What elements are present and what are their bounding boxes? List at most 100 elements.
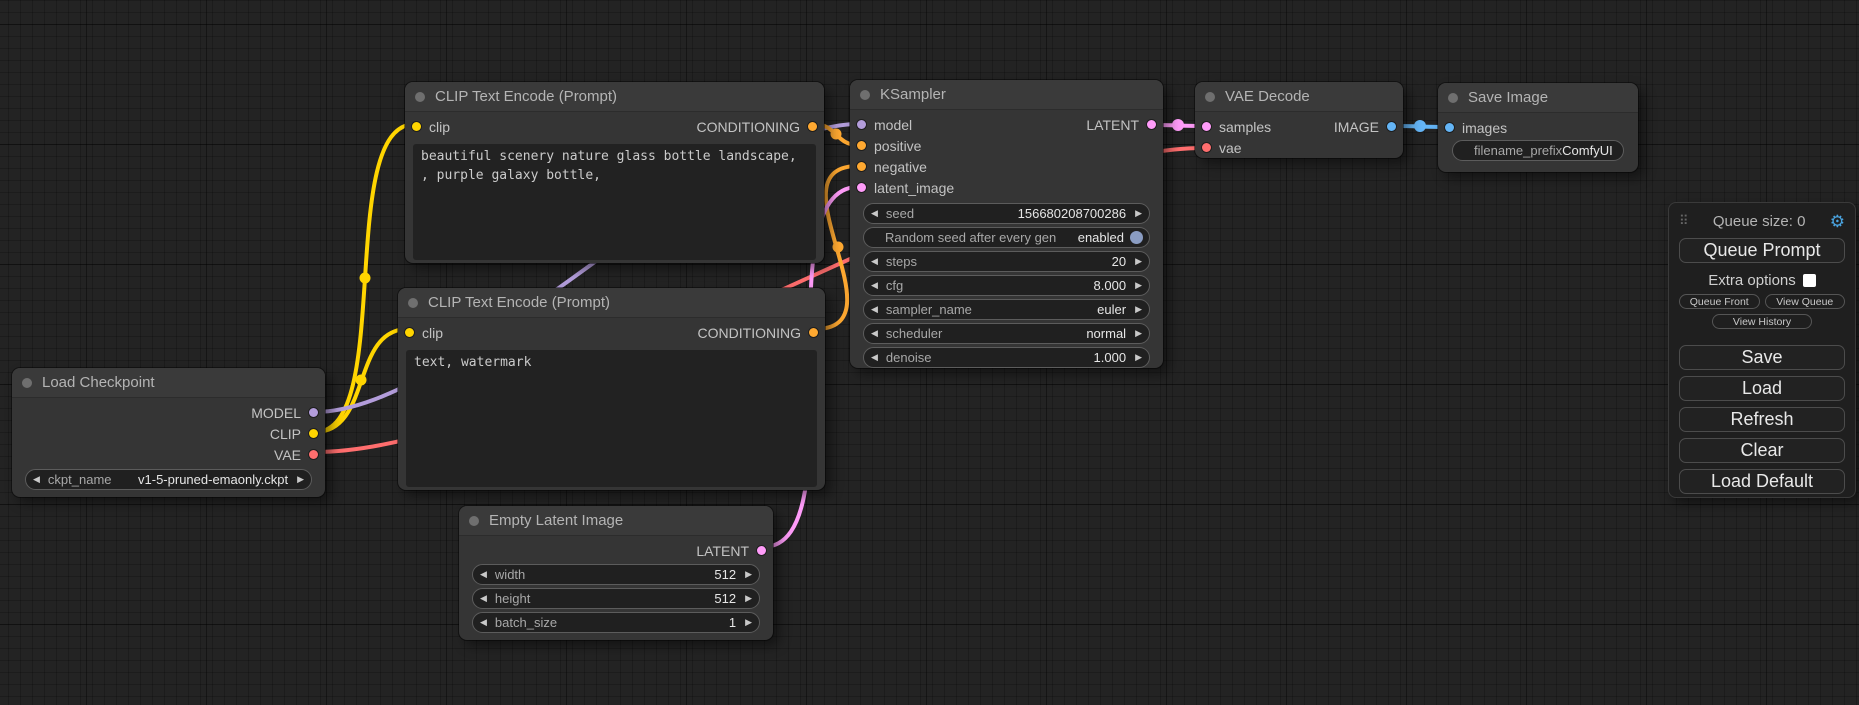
- node-ksampler[interactable]: KSampler model LATENT positive negative: [850, 80, 1163, 368]
- next-value-arrow-icon[interactable]: ▶: [1135, 256, 1142, 267]
- node-title-bar[interactable]: Load Checkpoint: [12, 368, 325, 398]
- clip-output-port[interactable]: [309, 429, 318, 438]
- model-output-port[interactable]: [309, 408, 318, 417]
- height-widget[interactable]: ◀ height 512 ▶: [472, 588, 760, 609]
- latent-image-input-label: latent_image: [874, 180, 954, 196]
- ckpt-name-widget[interactable]: ◀ ckpt_name v1-5-pruned-emaonly.ckpt ▶: [25, 469, 312, 490]
- prev-value-arrow-icon[interactable]: ◀: [871, 352, 878, 363]
- prev-value-arrow-icon[interactable]: ◀: [33, 474, 40, 485]
- clip-output-label: CLIP: [270, 426, 301, 442]
- clip-input-port[interactable]: [405, 328, 414, 337]
- prev-value-arrow-icon[interactable]: ◀: [480, 593, 487, 604]
- node-collapse-dot[interactable]: [22, 378, 32, 388]
- prev-value-arrow-icon[interactable]: ◀: [480, 569, 487, 580]
- conditioning-output-port[interactable]: [809, 328, 818, 337]
- node-collapse-dot[interactable]: [1205, 92, 1215, 102]
- conditioning-output-label: CONDITIONING: [697, 119, 800, 135]
- node-title: VAE Decode: [1225, 88, 1310, 105]
- width-widget[interactable]: ◀ width 512 ▶: [472, 564, 760, 585]
- node-empty-latent-image[interactable]: Empty Latent Image LATENT ◀ width 512 ▶ …: [459, 506, 773, 640]
- load-default-button[interactable]: Load Default: [1679, 469, 1845, 494]
- prev-value-arrow-icon[interactable]: ◀: [871, 304, 878, 315]
- latent-output-label: LATENT: [1086, 117, 1139, 133]
- samples-input-port[interactable]: [1202, 122, 1211, 131]
- latent-output-port[interactable]: [1147, 120, 1156, 129]
- latent-image-input-port[interactable]: [857, 183, 866, 192]
- node-title: Load Checkpoint: [42, 374, 155, 391]
- node-vae-decode[interactable]: VAE Decode samples IMAGE vae: [1195, 82, 1403, 158]
- conditioning-output-port[interactable]: [808, 122, 817, 131]
- node-title-bar[interactable]: KSampler: [850, 80, 1163, 110]
- next-value-arrow-icon[interactable]: ▶: [1135, 328, 1142, 339]
- latent-output-port[interactable]: [757, 546, 766, 555]
- node-collapse-dot[interactable]: [469, 516, 479, 526]
- prev-value-arrow-icon[interactable]: ◀: [871, 280, 878, 291]
- image-output-port[interactable]: [1387, 122, 1396, 131]
- load-button[interactable]: Load: [1679, 376, 1845, 401]
- view-queue-button[interactable]: View Queue: [1765, 294, 1846, 309]
- node-title: Empty Latent Image: [489, 512, 623, 529]
- prev-value-arrow-icon[interactable]: ◀: [480, 617, 487, 628]
- prev-value-arrow-icon[interactable]: ◀: [871, 328, 878, 339]
- batch-size-widget[interactable]: ◀ batch_size 1 ▶: [472, 612, 760, 633]
- toggle-state-icon[interactable]: [1130, 231, 1143, 244]
- drag-handle-icon[interactable]: ⠿: [1679, 213, 1689, 229]
- node-title-bar[interactable]: Save Image: [1438, 83, 1638, 113]
- gear-icon[interactable]: ⚙: [1830, 213, 1845, 230]
- vae-input-label: vae: [1219, 140, 1242, 156]
- node-title: KSampler: [880, 86, 946, 103]
- node-load-checkpoint[interactable]: Load Checkpoint MODEL CLIP VAE ◀ ckpt_na…: [12, 368, 325, 497]
- vae-output-port[interactable]: [309, 450, 318, 459]
- node-title-bar[interactable]: Empty Latent Image: [459, 506, 773, 536]
- seed-widget[interactable]: ◀ seed 156680208700286 ▶: [863, 203, 1150, 224]
- next-value-arrow-icon[interactable]: ▶: [297, 474, 304, 485]
- node-collapse-dot[interactable]: [415, 92, 425, 102]
- next-value-arrow-icon[interactable]: ▶: [1135, 208, 1142, 219]
- random-seed-toggle-widget[interactable]: Random seed after every gen enabled: [863, 227, 1150, 248]
- positive-input-port[interactable]: [857, 141, 866, 150]
- conditioning-output-label: CONDITIONING: [698, 325, 801, 341]
- vae-input-port[interactable]: [1202, 143, 1211, 152]
- node-title-bar[interactable]: CLIP Text Encode (Prompt): [398, 288, 825, 318]
- next-value-arrow-icon[interactable]: ▶: [745, 593, 752, 604]
- node-graph-canvas[interactable]: Load Checkpoint MODEL CLIP VAE ◀ ckpt_na…: [0, 0, 1859, 705]
- negative-prompt-textarea[interactable]: text, watermark: [406, 350, 817, 487]
- cfg-widget[interactable]: ◀ cfg 8.000 ▶: [863, 275, 1150, 296]
- extra-options-checkbox[interactable]: [1803, 274, 1816, 287]
- view-history-button[interactable]: View History: [1712, 314, 1812, 329]
- steps-widget[interactable]: ◀ steps 20 ▶: [863, 251, 1150, 272]
- clip-input-port[interactable]: [412, 122, 421, 131]
- clear-button[interactable]: Clear: [1679, 438, 1845, 463]
- positive-prompt-textarea[interactable]: beautiful scenery nature glass bottle la…: [413, 144, 816, 260]
- filename-prefix-widget[interactable]: filename_prefix ComfyUI: [1452, 140, 1624, 161]
- next-value-arrow-icon[interactable]: ▶: [1135, 304, 1142, 315]
- positive-input-label: positive: [874, 138, 921, 154]
- node-title-bar[interactable]: VAE Decode: [1195, 82, 1403, 112]
- prev-value-arrow-icon[interactable]: ◀: [871, 208, 878, 219]
- node-collapse-dot[interactable]: [860, 90, 870, 100]
- node-save-image[interactable]: Save Image images filename_prefix ComfyU…: [1438, 83, 1638, 172]
- refresh-button[interactable]: Refresh: [1679, 407, 1845, 432]
- next-value-arrow-icon[interactable]: ▶: [745, 569, 752, 580]
- queue-front-button[interactable]: Queue Front: [1679, 294, 1760, 309]
- node-clip-text-encode-positive[interactable]: CLIP Text Encode (Prompt) clip CONDITION…: [405, 82, 824, 263]
- images-input-port[interactable]: [1445, 123, 1454, 132]
- next-value-arrow-icon[interactable]: ▶: [1135, 352, 1142, 363]
- node-clip-text-encode-negative[interactable]: CLIP Text Encode (Prompt) clip CONDITION…: [398, 288, 825, 490]
- negative-input-label: negative: [874, 159, 927, 175]
- prev-value-arrow-icon[interactable]: ◀: [871, 256, 878, 267]
- save-button[interactable]: Save: [1679, 345, 1845, 370]
- sampler-name-widget[interactable]: ◀ sampler_name euler ▶: [863, 299, 1150, 320]
- queue-prompt-button[interactable]: Queue Prompt: [1679, 238, 1845, 263]
- image-output-label: IMAGE: [1334, 119, 1379, 135]
- scheduler-widget[interactable]: ◀ scheduler normal ▶: [863, 323, 1150, 344]
- denoise-widget[interactable]: ◀ denoise 1.000 ▶: [863, 347, 1150, 368]
- negative-input-port[interactable]: [857, 162, 866, 171]
- latent-output-label: LATENT: [696, 543, 749, 559]
- next-value-arrow-icon[interactable]: ▶: [1135, 280, 1142, 291]
- model-input-port[interactable]: [857, 120, 866, 129]
- next-value-arrow-icon[interactable]: ▶: [745, 617, 752, 628]
- node-collapse-dot[interactable]: [408, 298, 418, 308]
- node-title-bar[interactable]: CLIP Text Encode (Prompt): [405, 82, 824, 112]
- node-collapse-dot[interactable]: [1448, 93, 1458, 103]
